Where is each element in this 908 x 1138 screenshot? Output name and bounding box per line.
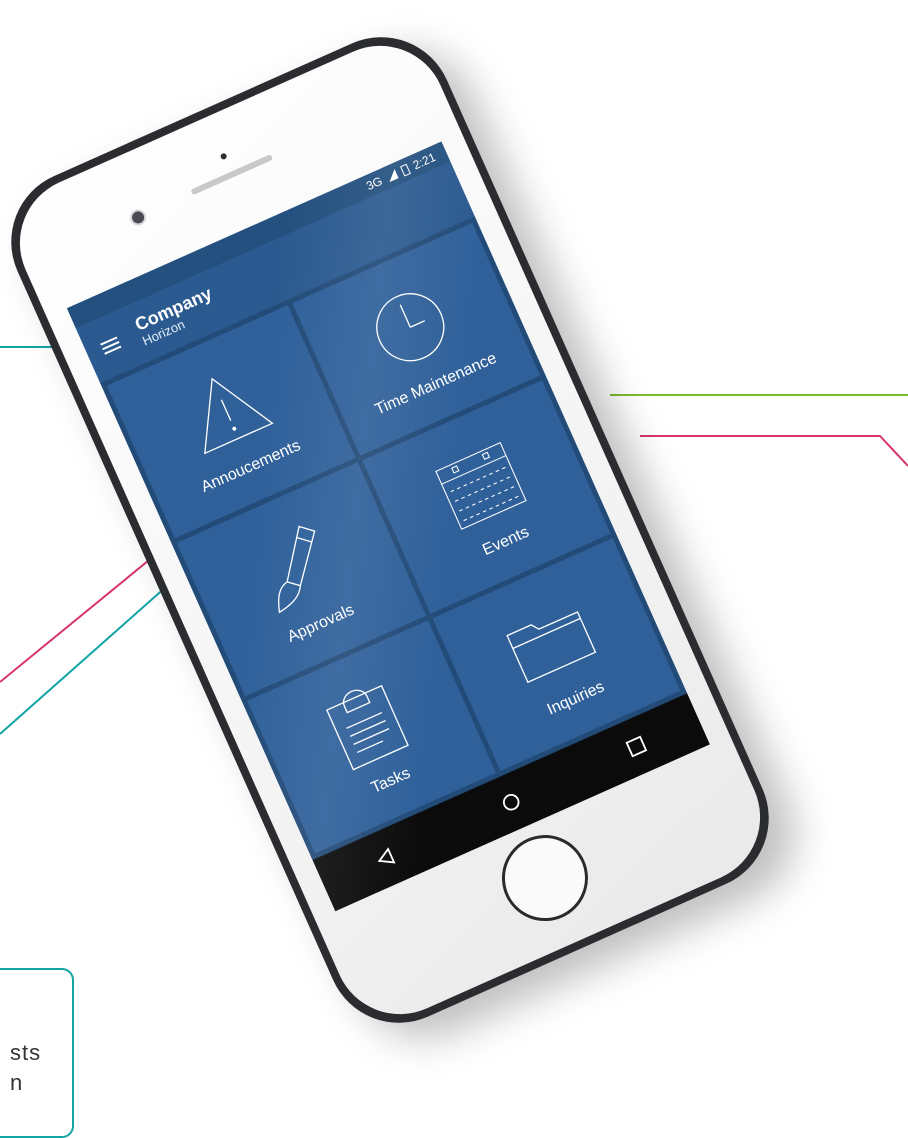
front-camera: [130, 209, 147, 226]
tile-label: Tasks: [368, 765, 414, 798]
signal-icon: [385, 169, 399, 183]
network-type: 3G: [364, 173, 385, 194]
back-triangle-icon[interactable]: [372, 843, 401, 872]
callout-text-line2: n: [10, 1070, 24, 1095]
hamburger-menu-icon[interactable]: [100, 336, 122, 355]
battery-icon: [399, 163, 411, 177]
callout-box: sts n: [0, 968, 74, 1138]
callout-line-pink-right: [640, 435, 908, 467]
callout-text-line1: sts: [10, 1040, 42, 1065]
home-circle-icon[interactable]: [497, 788, 526, 817]
physical-home-button[interactable]: [488, 821, 602, 935]
earpiece-speaker: [190, 153, 274, 196]
callout-line-teal-left: [0, 577, 177, 735]
recents-square-icon[interactable]: [622, 732, 651, 761]
proximity-sensor: [219, 152, 228, 161]
